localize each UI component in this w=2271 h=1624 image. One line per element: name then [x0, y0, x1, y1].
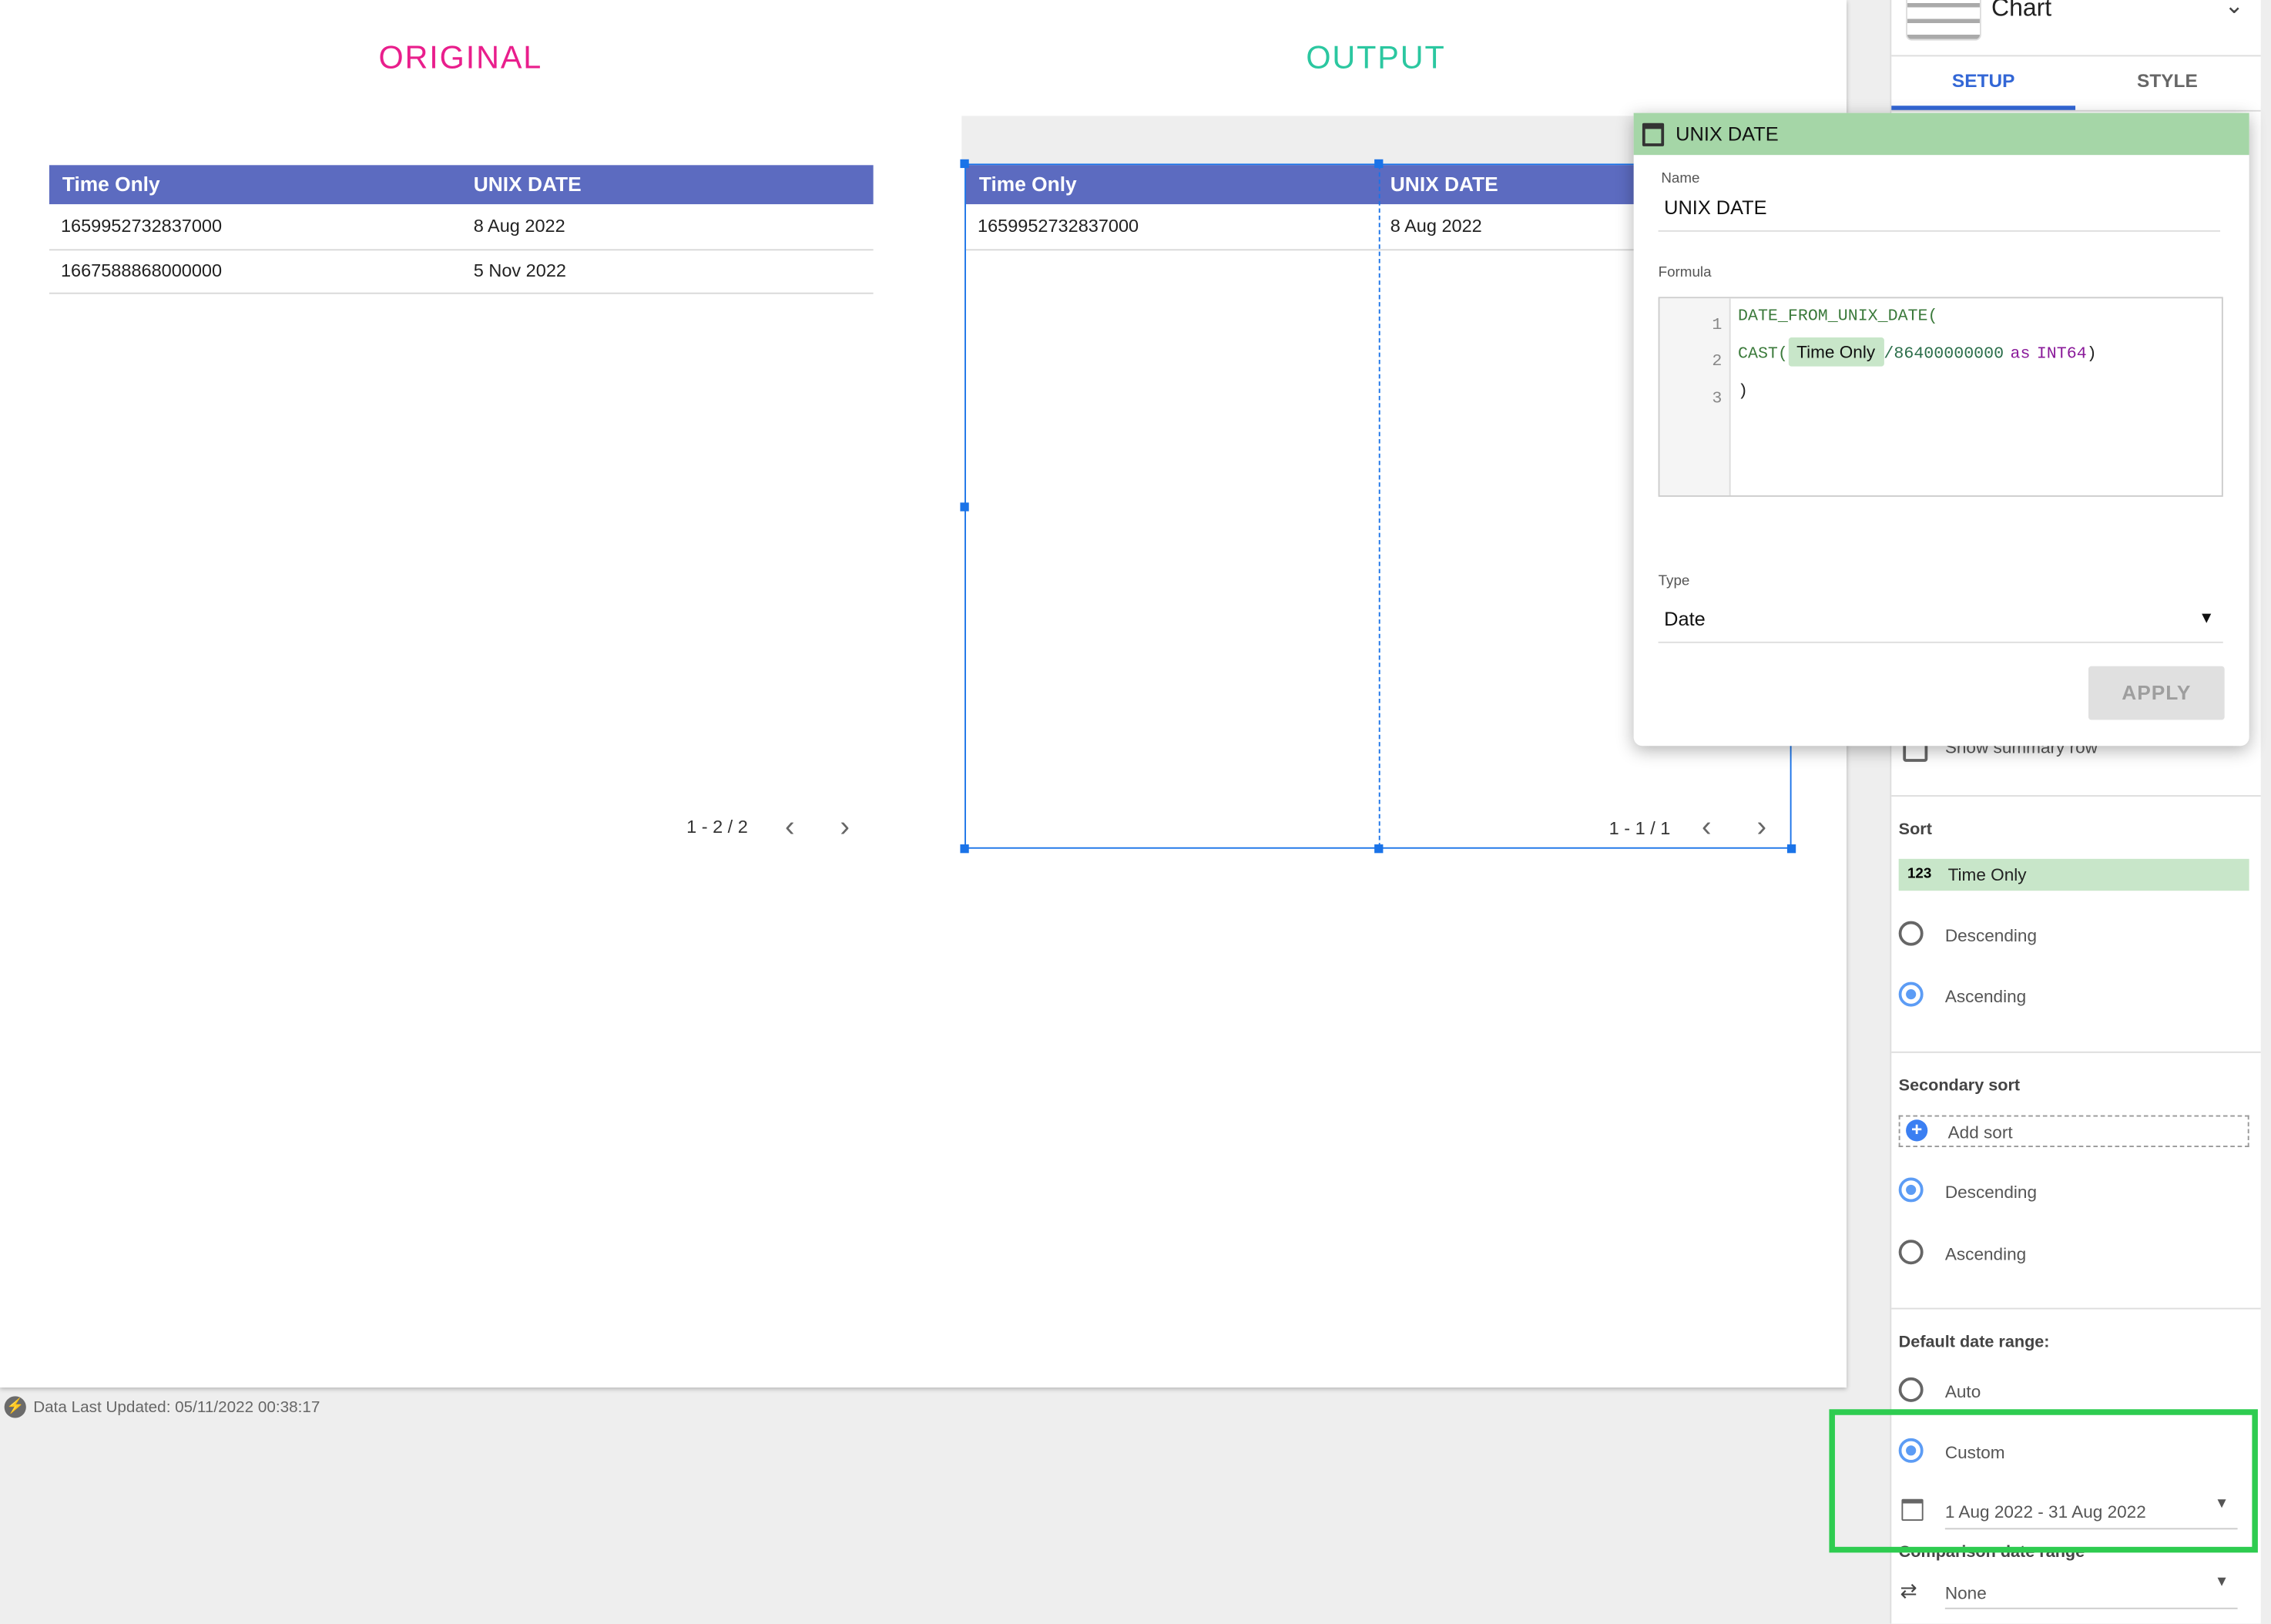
table-cell: 5 Nov 2022	[473, 260, 566, 281]
field-chip[interactable]: Time Only	[1787, 337, 1884, 367]
secondary-descending-radio[interactable]	[1898, 1177, 1924, 1203]
resize-handle[interactable]	[960, 159, 969, 169]
line-number: 3	[1712, 389, 1723, 409]
table-cell: 1659952732837000	[60, 216, 223, 237]
resize-handle[interactable]	[960, 502, 969, 512]
radio-label: Auto	[1944, 1381, 1981, 1402]
resize-handle[interactable]	[1374, 844, 1384, 854]
chevron-down-icon[interactable]: ⌄	[2225, 0, 2244, 20]
output-title: OUTPUT	[1306, 39, 1446, 75]
pagination-label: 1 - 2 / 2	[686, 817, 748, 837]
formula-token: /86400000000	[1884, 344, 2004, 364]
resize-handle[interactable]	[1786, 844, 1796, 854]
name-input[interactable]: UNIX DATE	[1658, 197, 2221, 232]
original-table[interactable]: Time Only UNIX DATE 1659952732837000 8 A…	[49, 165, 874, 294]
date-range-label: Default date range:	[1898, 1334, 2050, 1352]
comparison-dropdown[interactable]: None ▼	[1944, 1575, 2238, 1609]
sort-field-label: Time Only	[1947, 864, 2027, 885]
radio-label: Ascending	[1944, 1243, 2027, 1265]
sort-descending-radio[interactable]	[1898, 921, 1924, 946]
pagination-label: 1 - 1 / 1	[1608, 818, 1671, 839]
formula-token: as	[2010, 344, 2031, 364]
dropdown-arrow-icon: ▼	[2199, 609, 2215, 628]
prev-page-icon[interactable]: ‹	[1702, 813, 1712, 842]
sort-label: Sort	[1898, 820, 1932, 839]
tab-setup[interactable]: SETUP	[1891, 69, 2075, 91]
comparison-value: None	[1944, 1582, 1987, 1604]
compare-arrows-icon: ⇄	[1900, 1579, 1917, 1602]
popup-title: UNIX DATE	[1676, 122, 1779, 145]
date-auto-radio[interactable]	[1898, 1377, 1924, 1402]
column-header[interactable]: UNIX DATE	[1390, 165, 1498, 204]
radio-label: Descending	[1944, 925, 2037, 946]
dropdown-arrow-icon: ▼	[2214, 1574, 2229, 1591]
calendar-icon	[1642, 122, 1665, 146]
secondary-ascending-radio[interactable]	[1898, 1240, 1924, 1265]
type-value: Date	[1664, 608, 1706, 630]
radio-label: Ascending	[1944, 986, 2027, 1007]
resize-handle[interactable]	[960, 844, 969, 854]
resize-handle[interactable]	[1374, 159, 1384, 169]
type-label: Type	[1658, 573, 1690, 590]
chart-type-label[interactable]: Chart	[1991, 0, 2051, 23]
row-divider	[49, 249, 874, 251]
field-editor-popup: UNIX DATE Name UNIX DATE Formula 1 2 3 D…	[1633, 112, 2249, 747]
line-number: 2	[1712, 351, 1723, 371]
formula-line: )	[1738, 382, 1748, 401]
next-page-icon[interactable]: ›	[840, 813, 850, 842]
lightning-icon: ⚡	[4, 1396, 26, 1418]
prev-page-icon[interactable]: ‹	[785, 813, 795, 842]
plus-icon: +	[1906, 1119, 1928, 1142]
table-cell: 8 Aug 2022	[1390, 216, 1482, 237]
column-header[interactable]: UNIX DATE	[474, 165, 582, 204]
highlight-annotation	[1829, 1409, 2258, 1553]
table-header: Time Only UNIX DATE	[49, 165, 874, 205]
row-divider	[49, 292, 874, 294]
table-cell: 1667588868000000	[60, 260, 223, 281]
formula-label: Formula	[1658, 265, 1712, 281]
type-dropdown[interactable]: Date ▼	[1658, 606, 2223, 643]
formula-line: DATE_FROM_UNIX_DATE(	[1738, 307, 1938, 326]
table-cell: 8 Aug 2022	[473, 216, 565, 237]
tab-style[interactable]: STYLE	[2075, 69, 2259, 91]
table-chart-icon[interactable]	[1906, 0, 1981, 41]
formula-token: INT64	[2036, 344, 2087, 364]
line-gutter: 1 2 3	[1659, 298, 1731, 495]
data-updated-status: Data Last Updated: 05/11/2022 00:38:17	[33, 1399, 320, 1417]
sort-ascending-radio[interactable]	[1898, 981, 1924, 1007]
table-cell: 1659952732837000	[978, 216, 1139, 237]
original-title: ORIGINAL	[378, 39, 543, 75]
column-resize-guide[interactable]	[1378, 165, 1380, 847]
number-type-icon: 123	[1907, 866, 1932, 882]
formula-token: CAST(	[1738, 344, 1788, 364]
formula-editor[interactable]: 1 2 3 DATE_FROM_UNIX_DATE( CAST(Time Onl…	[1658, 297, 2223, 497]
popup-header: UNIX DATE	[1633, 112, 2249, 156]
formula-token: )	[2086, 344, 2097, 364]
secondary-sort-label: Secondary sort	[1898, 1077, 2021, 1096]
radio-label: Descending	[1944, 1182, 2037, 1203]
name-label: Name	[1661, 170, 1700, 187]
next-page-icon[interactable]: ›	[1756, 813, 1766, 842]
column-header[interactable]: Time Only	[62, 165, 160, 204]
add-sort-label: Add sort	[1947, 1122, 2013, 1143]
formula-line: CAST(Time Only/86400000000 as INT64)	[1738, 337, 2097, 367]
add-sort-button[interactable]: + Add sort	[1898, 1115, 2249, 1147]
apply-button[interactable]: APPLY	[2088, 666, 2225, 720]
column-header[interactable]: Time Only	[979, 165, 1077, 204]
sort-field-chip[interactable]: 123 Time Only	[1898, 858, 2249, 891]
line-number: 1	[1712, 315, 1723, 335]
